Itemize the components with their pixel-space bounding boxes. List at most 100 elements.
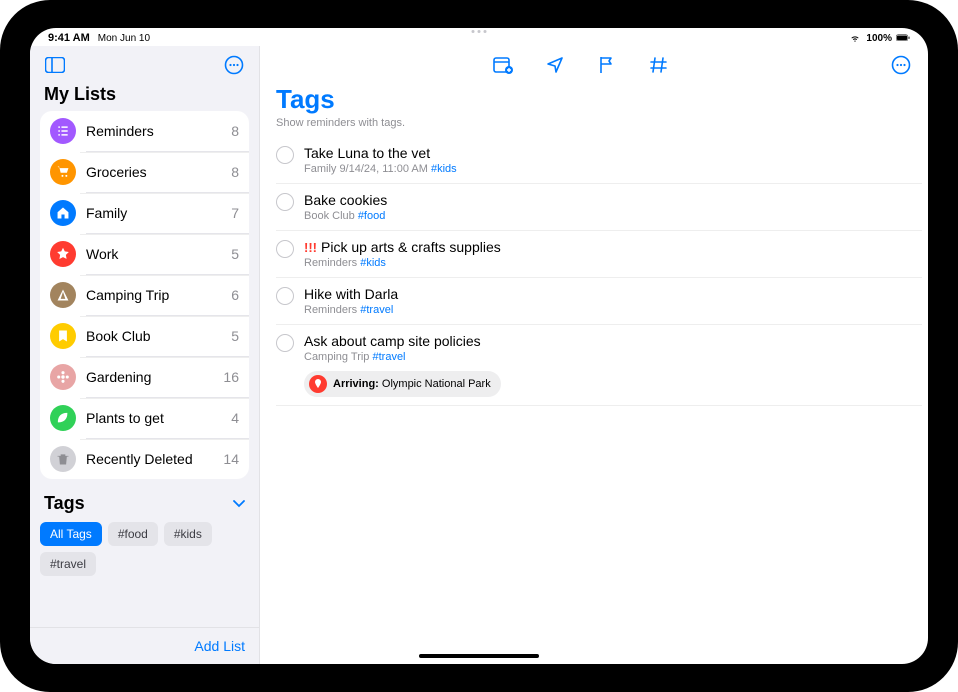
location-pill[interactable]: Arriving: Olympic National Park (304, 371, 501, 397)
sidebar-icon (45, 57, 65, 73)
battery-icon (896, 33, 910, 43)
sidebar-item-reminders[interactable]: Reminders 8 (40, 111, 249, 151)
toolbar-center (274, 52, 888, 78)
reminder-row[interactable]: Hike with Darla Reminders #travel (276, 278, 922, 325)
status-date: Mon Jun 10 (98, 33, 150, 44)
list-count: 5 (231, 328, 239, 344)
list-icon (50, 118, 76, 144)
sidebar-item-plants-to-get[interactable]: Plants to get 4 (40, 398, 249, 438)
list-name: Plants to get (86, 410, 221, 426)
reminder-meta: Reminders #kids (304, 257, 922, 269)
status-bar: 9:41 AM Mon Jun 10 100% (30, 28, 928, 46)
reminder-title: !!!Pick up arts & crafts supplies (304, 239, 922, 255)
flower-icon (50, 364, 76, 390)
reminders-list: Take Luna to the vet Family 9/14/24, 11:0… (260, 137, 928, 406)
complete-toggle[interactable] (276, 193, 294, 211)
flag-button[interactable] (594, 52, 620, 78)
reminder-row[interactable]: Take Luna to the vet Family 9/14/24, 11:0… (276, 137, 922, 184)
priority-indicator: !!! (304, 240, 317, 255)
list-name: Reminders (86, 123, 221, 139)
battery-percent: 100% (866, 33, 892, 44)
tag-chip-food[interactable]: #food (108, 522, 158, 546)
list-name: Book Club (86, 328, 221, 344)
list-count: 8 (231, 164, 239, 180)
list-name: Work (86, 246, 221, 262)
reminder-title: Take Luna to the vet (304, 145, 922, 161)
toggle-sidebar-button[interactable] (42, 52, 68, 78)
star-icon (50, 241, 76, 267)
tags-collapse-toggle[interactable] (233, 495, 245, 513)
reminder-meta: Family 9/14/24, 11:00 AM #kids (304, 163, 922, 175)
hash-icon (650, 56, 668, 74)
tag-button[interactable] (646, 52, 672, 78)
reminder-row[interactable]: !!!Pick up arts & crafts supplies Reminde… (276, 231, 922, 278)
reminder-meta: Camping Trip #travel (304, 351, 922, 363)
sidebar-item-work[interactable]: Work 5 (40, 234, 249, 274)
list-name: Gardening (86, 369, 213, 385)
flag-icon (599, 56, 615, 74)
status-time: 9:41 AM (48, 32, 90, 44)
complete-toggle[interactable] (276, 334, 294, 352)
location-dot-icon (309, 375, 327, 393)
main-panel: Tags Show reminders with tags. Take Luna… (260, 46, 928, 664)
complete-toggle[interactable] (276, 240, 294, 258)
leaf-icon (50, 405, 76, 431)
list-count: 5 (231, 246, 239, 262)
tag-chips: All Tags#food#kids #travel (30, 518, 259, 582)
list-count: 6 (231, 287, 239, 303)
sidebar: My Lists Reminders 8 Groceries 8 Family 7 Work… (30, 46, 260, 664)
reminder-meta: Book Club #food (304, 210, 922, 222)
list-count: 8 (231, 123, 239, 139)
reminder-meta: Reminders #travel (304, 304, 922, 316)
list-name: Groceries (86, 164, 221, 180)
calendar-add-icon (493, 56, 513, 74)
sidebar-item-recently-deleted[interactable]: Recently Deleted 14 (40, 439, 249, 479)
tags-header: Tags (44, 493, 85, 514)
ellipsis-circle-icon (891, 55, 911, 75)
page-subtitle: Show reminders with tags. (260, 115, 928, 137)
sidebar-item-book-club[interactable]: Book Club 5 (40, 316, 249, 356)
home-indicator[interactable] (419, 654, 539, 658)
lists-container: Reminders 8 Groceries 8 Family 7 Work 5 Camping … (40, 111, 249, 479)
chevron-down-icon (233, 500, 245, 508)
house-icon (50, 200, 76, 226)
list-count: 14 (223, 451, 239, 467)
ellipsis-circle-icon (224, 55, 244, 75)
tag-chip-kids[interactable]: #kids (164, 522, 212, 546)
trash-icon (50, 446, 76, 472)
reminder-row[interactable]: Ask about camp site policies Camping Trip… (276, 325, 922, 406)
complete-toggle[interactable] (276, 287, 294, 305)
sidebar-item-camping-trip[interactable]: Camping Trip 6 (40, 275, 249, 315)
list-name: Family (86, 205, 221, 221)
screen: 9:41 AM Mon Jun 10 100% (30, 28, 928, 664)
location-button[interactable] (542, 52, 568, 78)
my-lists-header: My Lists (30, 80, 259, 111)
reminder-title: Bake cookies (304, 192, 922, 208)
reminder-row[interactable]: Bake cookies Book Club #food (276, 184, 922, 231)
tent-icon (50, 282, 76, 308)
cart-icon (50, 159, 76, 185)
complete-toggle[interactable] (276, 146, 294, 164)
list-count: 4 (231, 410, 239, 426)
page-title: Tags (260, 80, 928, 115)
list-count: 16 (223, 369, 239, 385)
more-button[interactable] (221, 52, 247, 78)
template-button[interactable] (490, 52, 516, 78)
more-main-button[interactable] (888, 52, 914, 78)
reminder-title: Hike with Darla (304, 286, 922, 302)
tag-chip-all-tags[interactable]: All Tags (40, 522, 102, 546)
wifi-icon (848, 33, 862, 43)
reminder-title: Ask about camp site policies (304, 333, 922, 349)
bookmark-icon (50, 323, 76, 349)
sidebar-item-family[interactable]: Family 7 (40, 193, 249, 233)
add-list-button[interactable]: Add List (194, 638, 245, 654)
location-arrow-icon (546, 56, 564, 74)
sidebar-item-gardening[interactable]: Gardening 16 (40, 357, 249, 397)
tag-chip-travel[interactable]: #travel (40, 552, 96, 576)
sidebar-item-groceries[interactable]: Groceries 8 (40, 152, 249, 192)
list-name: Recently Deleted (86, 451, 213, 467)
list-name: Camping Trip (86, 287, 221, 303)
ipad-frame: 9:41 AM Mon Jun 10 100% (0, 0, 958, 692)
multitask-grabber[interactable] (472, 30, 487, 33)
list-count: 7 (231, 205, 239, 221)
